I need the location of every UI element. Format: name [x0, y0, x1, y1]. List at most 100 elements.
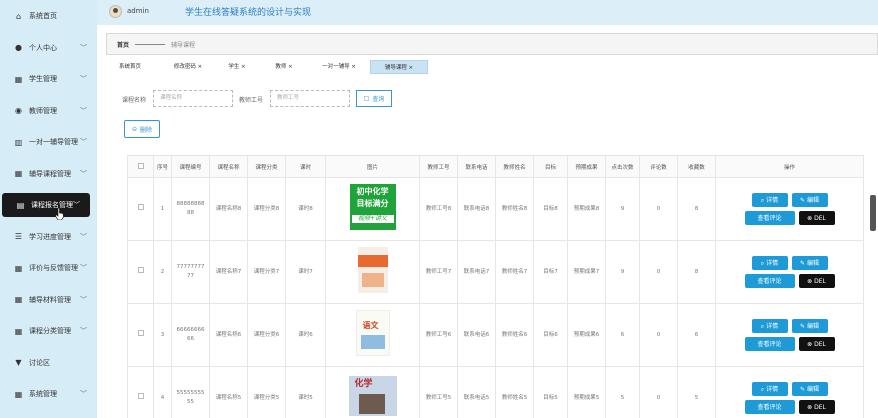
teacher-id-label: 教师工号 — [239, 97, 264, 104]
column-header: 图片 — [325, 155, 420, 178]
cell-name: 课程名称8 — [209, 177, 248, 241]
edit-button[interactable]: ✎ 编辑 — [791, 256, 828, 270]
close-circle-icon: ⊗ — [807, 214, 813, 222]
cell-no: 4 — [153, 366, 172, 418]
cell-category: 课程分类5 — [247, 366, 286, 418]
query-button[interactable]: □ 查询 — [356, 90, 392, 107]
cell-phone: 联系电话7 — [457, 240, 496, 304]
sidebar-item[interactable]: ▦ 辅导材料管理 ﹀ — [0, 288, 97, 312]
column-header: 联系电话 — [457, 155, 496, 178]
detail-button[interactable]: ⌕ 详情 — [751, 319, 788, 333]
edit-button[interactable]: ✎ 编辑 — [791, 319, 828, 333]
sidebar-item[interactable]: ▦ 课程分类管理 ﹀ — [0, 319, 97, 343]
cell-name: 课程名称5 — [209, 366, 248, 418]
select-all-checkbox[interactable] — [137, 162, 144, 169]
column-header: 目标 — [533, 155, 568, 178]
delete-button[interactable]: ⊖ 删除 — [124, 120, 160, 138]
sidebar-item[interactable]: ▦ 评价与反馈管理 ﹀ — [0, 256, 97, 280]
grid-icon: ▦ — [14, 326, 23, 336]
cell-code: 5555555555 — [171, 366, 210, 418]
sidebar-item[interactable]: ▤ 课程报名管理 ﹀ — [2, 193, 90, 217]
sidebar-item-label: 学习进度管理 — [29, 232, 71, 241]
column-header: 课程名称 — [209, 155, 248, 178]
view-reviews-button[interactable]: 查看评论 — [744, 211, 795, 225]
row-checkbox[interactable] — [137, 393, 144, 399]
search-icon: □ — [363, 95, 370, 102]
detail-button[interactable]: ⌕ 详情 — [751, 382, 788, 396]
pencil-icon: ✎ — [799, 322, 805, 330]
cell-phone: 联系电话6 — [457, 303, 496, 367]
sidebar-item[interactable]: ▦ 学生管理 ﹀ — [0, 67, 97, 91]
table-row: 2 7777777777 课程名称7 课程分类7 课时7 教师工号7 联系电话7 教师姓名7 目… — [127, 240, 864, 304]
detail-button[interactable]: ⌕ 详情 — [751, 256, 788, 270]
cell-favorites: 6 — [677, 303, 716, 367]
top-header: admin 学生在线答疑系统的设计与实现 — [97, 0, 878, 25]
row-checkbox[interactable] — [137, 267, 144, 273]
row-checkbox[interactable] — [137, 204, 144, 210]
course-image[interactable]: 初中化学 目标满分 视频+讲义 — [349, 184, 396, 230]
view-reviews-button[interactable]: 查看评论 — [744, 337, 795, 351]
cell-favorites: 8 — [677, 177, 716, 241]
view-reviews-button[interactable]: 查看评论 — [744, 274, 795, 288]
cell-clicks: 5 — [605, 366, 640, 418]
clipboard-icon: ▤ — [16, 200, 25, 210]
del-button[interactable]: ⊗ DEL — [798, 400, 835, 414]
course-image[interactable]: 化学 — [348, 376, 397, 416]
tab-one-on-one[interactable]: 一对一辅导 × — [316, 60, 362, 74]
breadcrumb-home[interactable]: 首页 — [117, 40, 129, 49]
search-icon: ⌕ — [760, 196, 765, 204]
detail-button[interactable]: ⌕ 详情 — [751, 193, 788, 207]
sidebar-item-label: 评价与反馈管理 — [29, 264, 78, 272]
breadcrumb-current: 辅导课程 — [171, 41, 196, 49]
tab-student[interactable]: 学生 × — [224, 60, 250, 74]
sidebar-item[interactable]: ▼ 讨论区 — [0, 351, 97, 375]
column-header: 教师姓名 — [495, 155, 534, 178]
sidebar-item[interactable]: ▦ 辅导课程管理 ﹀ — [0, 162, 97, 186]
scrollbar-thumb[interactable] — [870, 195, 876, 231]
view-reviews-button[interactable]: 查看评论 — [744, 400, 795, 414]
del-button[interactable]: ⊗ DEL — [798, 274, 835, 288]
column-header: 评论数 — [639, 155, 678, 178]
cell-outcome: 预期成果7 — [567, 240, 606, 304]
tab-change-password[interactable]: 修改密码 × — [168, 60, 208, 74]
edit-button[interactable]: ✎ 编辑 — [791, 382, 828, 396]
edit-button[interactable]: ✎ 编辑 — [791, 193, 828, 207]
tab-home[interactable]: 系统首页 — [112, 60, 148, 74]
sidebar-item-label: 讨论区 — [29, 358, 50, 367]
detail-button-label: 详情 — [766, 259, 779, 267]
row-checkbox[interactable] — [137, 330, 144, 336]
close-circle-icon: ⊗ — [807, 277, 813, 285]
del-button[interactable]: ⊗ DEL — [798, 211, 835, 225]
edit-button-label: 编辑 — [807, 259, 820, 267]
cell-hours: 课时5 — [285, 366, 326, 418]
cell-teacher_id: 教师工号7 — [419, 240, 458, 304]
course-image[interactable]: 语文 — [355, 310, 390, 356]
sidebar-item[interactable]: ☰ 学习进度管理 ﹀ — [0, 225, 97, 249]
course-name-input[interactable]: 课程名称 — [153, 90, 233, 107]
sidebar-item[interactable]: ⌂ 系统首页 — [0, 4, 97, 28]
tab-teacher[interactable]: 教师 × — [270, 60, 298, 74]
sidebar-item[interactable]: ◉ 教师管理 ﹀ — [0, 99, 97, 123]
cell-image: 初中化学 目标满分 视频+讲义 — [325, 177, 420, 241]
pencil-icon: ✎ — [799, 385, 805, 393]
sidebar-item[interactable]: ● 个人中心 ﹀ — [0, 36, 97, 60]
column-header: 课时 — [285, 155, 326, 178]
cell-clicks: 6 — [605, 303, 640, 367]
cell-comments: 0 — [639, 240, 678, 304]
tab-tutoring-course[interactable]: 辅导课程 × — [370, 60, 428, 74]
del-button[interactable]: ⊗ DEL — [798, 337, 835, 351]
sidebar-item[interactable]: ▦ 系统管理 ﹀ — [0, 382, 97, 406]
sidebar-item[interactable]: ▥ 一对一辅导管理 ﹀ — [0, 130, 97, 154]
pencil-icon: ✎ — [799, 259, 805, 267]
query-button-label: 查询 — [372, 96, 385, 103]
avatar[interactable] — [109, 5, 122, 18]
system-title: 学生在线答疑系统的设计与实现 — [185, 8, 312, 18]
cell-category: 课程分类8 — [247, 177, 286, 241]
teacher-id-input[interactable]: 教师工号 — [270, 90, 350, 107]
course-image[interactable] — [357, 247, 388, 293]
cell-name: 课程名称7 — [209, 240, 248, 304]
cell-hours: 课时7 — [285, 240, 326, 304]
sidebar-item-label: 辅导课程管理 — [29, 169, 71, 178]
sidebar-item-label: 系统管理 — [29, 390, 57, 398]
sidebar-item-label: 系统首页 — [29, 12, 57, 20]
